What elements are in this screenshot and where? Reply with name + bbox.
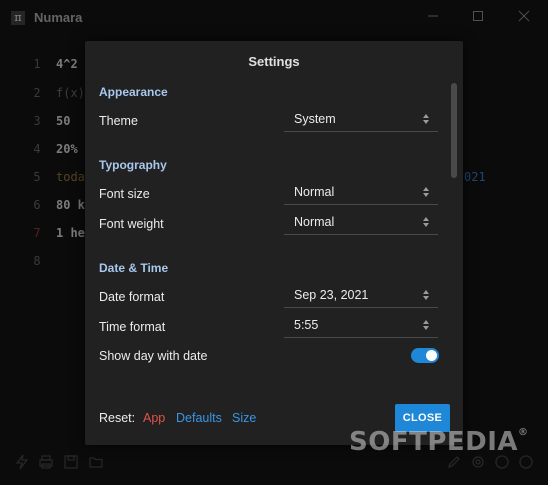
reset-size-link[interactable]: Size xyxy=(232,411,256,425)
theme-select[interactable]: System xyxy=(284,109,438,132)
reset-defaults-link[interactable]: Defaults xyxy=(176,411,222,425)
reset-app-link[interactable]: App xyxy=(143,411,165,425)
section-date-time: Date & Time xyxy=(99,261,169,275)
section-appearance: Appearance xyxy=(99,85,168,99)
time-format-label: Time format xyxy=(99,320,166,334)
settings-dialog: Settings Appearance Theme System Typogra… xyxy=(85,41,463,445)
select-arrows-icon xyxy=(423,114,429,124)
theme-label: Theme xyxy=(99,114,138,128)
registered-mark: ® xyxy=(518,427,529,438)
theme-select-value: System xyxy=(294,112,336,126)
show-day-toggle[interactable] xyxy=(411,348,439,363)
show-day-label: Show day with date xyxy=(99,349,208,363)
select-arrows-icon xyxy=(423,187,429,197)
toggle-knob xyxy=(426,350,437,361)
font-weight-label: Font weight xyxy=(99,217,164,231)
dialog-title: Settings xyxy=(248,54,300,69)
watermark-text: SOFTPEDIA xyxy=(349,427,519,457)
font-weight-select[interactable]: Normal xyxy=(284,212,438,235)
date-format-select-value: Sep 23, 2021 xyxy=(294,288,369,302)
font-weight-select-value: Normal xyxy=(294,215,335,229)
select-arrows-icon xyxy=(423,290,429,300)
date-format-select[interactable]: Sep 23, 2021 xyxy=(284,285,438,308)
time-format-select[interactable]: 5:55 xyxy=(284,315,438,338)
section-typography: Typography xyxy=(99,158,167,172)
time-format-select-value: 5:55 xyxy=(294,318,319,332)
softpedia-watermark: SOFTPEDIA® xyxy=(349,427,529,457)
dialog-scrollbar[interactable] xyxy=(451,83,457,178)
select-arrows-icon xyxy=(423,320,429,330)
font-size-label: Font size xyxy=(99,187,150,201)
font-size-select[interactable]: Normal xyxy=(284,182,438,205)
reset-label: Reset: xyxy=(99,411,136,425)
font-size-select-value: Normal xyxy=(294,185,335,199)
date-format-label: Date format xyxy=(99,290,165,304)
select-arrows-icon xyxy=(423,217,429,227)
